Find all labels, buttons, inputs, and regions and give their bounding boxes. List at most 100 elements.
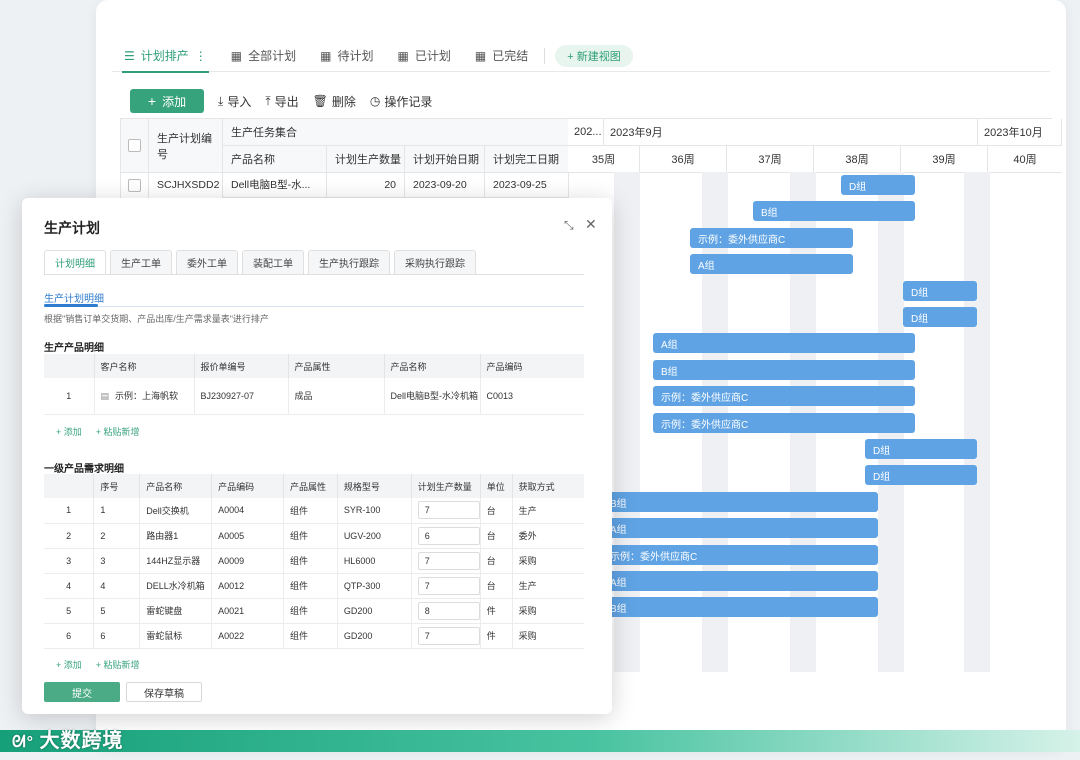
modal-tabs: 计划明细 生产工单 委外工单 装配工单 生产执行跟踪 采购执行跟踪 (44, 250, 476, 274)
weekend-stripe (964, 172, 990, 672)
spec-cell: UGV-200 (337, 523, 412, 549)
tab-plan-detail[interactable]: 计划明细 (44, 250, 106, 274)
gantt-bar[interactable]: B组 (602, 597, 878, 617)
spec-cell: HL6000 (337, 548, 412, 574)
product-actions: + 添加 + 粘贴新增 (56, 425, 140, 438)
more-vertical-icon[interactable]: ⋮ (195, 49, 207, 63)
qty-input[interactable]: 7 (417, 551, 480, 570)
tab-all-plans[interactable]: ▦ 全部计划 (219, 40, 308, 72)
close-icon[interactable]: ✕ (585, 216, 597, 233)
tab-purchase-tracking[interactable]: 采购执行跟踪 (394, 250, 476, 274)
spec-cell: QTP-300 (337, 573, 412, 599)
col-product-name[interactable]: 产品名称 (223, 146, 327, 173)
attr-cell: 组件 (283, 523, 338, 549)
divider (44, 274, 584, 275)
col-start-date[interactable]: 计划开始日期 (405, 146, 485, 173)
tab-planned[interactable]: ▦ 已计划 (386, 40, 463, 72)
active-indicator (44, 304, 98, 307)
delete-button[interactable]: 🗑 删除 (313, 93, 356, 110)
gantt-bar[interactable]: D组 (841, 175, 915, 195)
table-row[interactable]: 1 ▤ 示例：上海帆软 BJ230927-07 成品 Dell电脑B型-水冷机箱 … (44, 378, 584, 415)
tab-outsource-order[interactable]: 委外工单 (176, 250, 238, 274)
col-seq: 序号 (93, 474, 141, 498)
gantt-bar[interactable]: A组 (690, 254, 853, 274)
row-checkbox[interactable] (128, 178, 141, 192)
table-row[interactable]: 5 5 雷蛇键盘 A0021 组件 GD200 8 件 采购 (44, 598, 584, 624)
row-index: 5 (44, 598, 95, 624)
tab-completed[interactable]: ▦ 已完结 (463, 40, 540, 72)
gantt-bar[interactable]: B组 (653, 360, 915, 380)
col-product-attr: 产品属性 (283, 474, 338, 498)
gantt-bar[interactable]: 示例：委外供应商C (653, 386, 915, 406)
gantt-bar[interactable]: 示例：委外供应商C (602, 545, 878, 565)
divider (44, 306, 584, 307)
qty-input[interactable]: 7 (417, 501, 480, 520)
save-draft-button[interactable]: 保存草稿 (126, 682, 202, 702)
tab-execution-tracking[interactable]: 生产执行跟踪 (308, 250, 390, 274)
gantt-bar[interactable]: A组 (653, 333, 915, 353)
code-cell: A0022 (211, 623, 284, 649)
seq-cell: 2 (93, 523, 141, 549)
tab-assembly-order[interactable]: 装配工单 (242, 250, 304, 274)
operation-log-button[interactable]: ◷ 操作记录 (370, 93, 433, 110)
table-row[interactable]: 3 3 144HZ显示器 A0009 组件 HL6000 7 台 采购 (44, 548, 584, 574)
table-row[interactable]: SCJHXSDD2 Dell电脑B型-水... 20 2023-09-20 20… (120, 172, 569, 198)
add-button[interactable]: + 添加 (130, 89, 204, 113)
select-all-checkbox[interactable] (128, 139, 141, 152)
add-row-link[interactable]: + 添加 (56, 658, 82, 671)
new-view-button[interactable]: + 新建视图 (555, 44, 633, 67)
name-cell: 路由器1 (139, 523, 213, 549)
collapse-icon[interactable]: ⤡ (564, 218, 574, 233)
col-plan-no[interactable]: 生产计划编号 (149, 119, 223, 173)
table-icon: ▦ (397, 48, 409, 63)
import-button[interactable]: ⤓ 导入 (218, 93, 251, 110)
seq-cell: 3 (93, 548, 141, 574)
method-cell: 采购 (512, 548, 584, 574)
col-product-attr: 产品属性 (288, 354, 385, 378)
clock-icon: ◷ (369, 94, 381, 108)
select-all-cell (121, 119, 149, 173)
gantt-bar[interactable]: D组 (903, 307, 977, 327)
tab-plan-schedule[interactable]: ☰ 计划排产 ⋮ (112, 40, 219, 73)
method-cell: 生产 (512, 498, 584, 524)
tab-production-order[interactable]: 生产工单 (110, 250, 172, 274)
paste-add-link[interactable]: + 粘贴新增 (96, 425, 140, 438)
qty-cell: 7 (411, 548, 481, 574)
code-cell: A0012 (211, 573, 284, 599)
col-planned-qty[interactable]: 计划生产数量 (327, 146, 405, 173)
row-index: 2 (44, 523, 95, 549)
gantt-bar[interactable]: D组 (865, 465, 977, 485)
paste-add-link[interactable]: + 粘贴新增 (96, 658, 140, 671)
section-tab-plan-detail[interactable]: 生产计划明细 (44, 290, 104, 305)
demand-actions: + 添加 + 粘贴新增 (56, 658, 140, 671)
table-row[interactable]: 2 2 路由器1 A0005 组件 UGV-200 6 台 委外 (44, 523, 584, 549)
gantt-bar[interactable]: B组 (753, 201, 915, 221)
unit-cell: 台 (480, 498, 513, 524)
add-row-link[interactable]: + 添加 (56, 425, 82, 438)
qty-input[interactable]: 6 (417, 526, 480, 545)
gantt-bar[interactable]: A组 (602, 571, 878, 591)
qty-input[interactable]: 8 (417, 601, 480, 620)
gantt-bar[interactable]: A组 (602, 518, 878, 538)
plus-icon: + (567, 50, 577, 63)
gantt-bar[interactable]: 示例：委外供应商C (690, 228, 853, 248)
submit-button[interactable]: 提交 (44, 682, 120, 702)
table-row[interactable]: 6 6 雷蛇鼠标 A0022 组件 GD200 7 件 采购 (44, 623, 584, 649)
demand-table: 序号 产品名称 产品编码 产品属性 规格型号 计划生产数量 单位 获取方式 1 … (44, 474, 584, 649)
tab-pending[interactable]: ▦ 待计划 (308, 40, 385, 72)
col-end-date[interactable]: 计划完工日期 (485, 146, 569, 173)
gantt-bar[interactable]: D组 (865, 439, 977, 459)
qty-input[interactable]: 7 (417, 626, 480, 645)
gantt-header: 202... 2023年9月 2023年10月 35周 36周 37周 38周 … (568, 118, 1062, 173)
row-index: 4 (44, 573, 95, 599)
export-button[interactable]: ⤒ 导出 (265, 93, 298, 110)
unit-cell: 台 (480, 548, 513, 574)
qty-input[interactable]: 7 (417, 576, 480, 595)
week-label: 35周 (568, 146, 640, 173)
gantt-bar[interactable]: D组 (903, 281, 977, 301)
table-row[interactable]: 1 1 Dell交换机 A0004 组件 SYR-100 7 台 生产 (44, 498, 584, 524)
gantt-bar[interactable]: B组 (602, 492, 878, 512)
gantt-bar[interactable]: 示例：委外供应商C (653, 413, 915, 433)
table-row[interactable]: 4 4 DELL水冷机箱 A0012 组件 QTP-300 7 台 生产 (44, 573, 584, 599)
unit-cell: 件 (480, 623, 513, 649)
